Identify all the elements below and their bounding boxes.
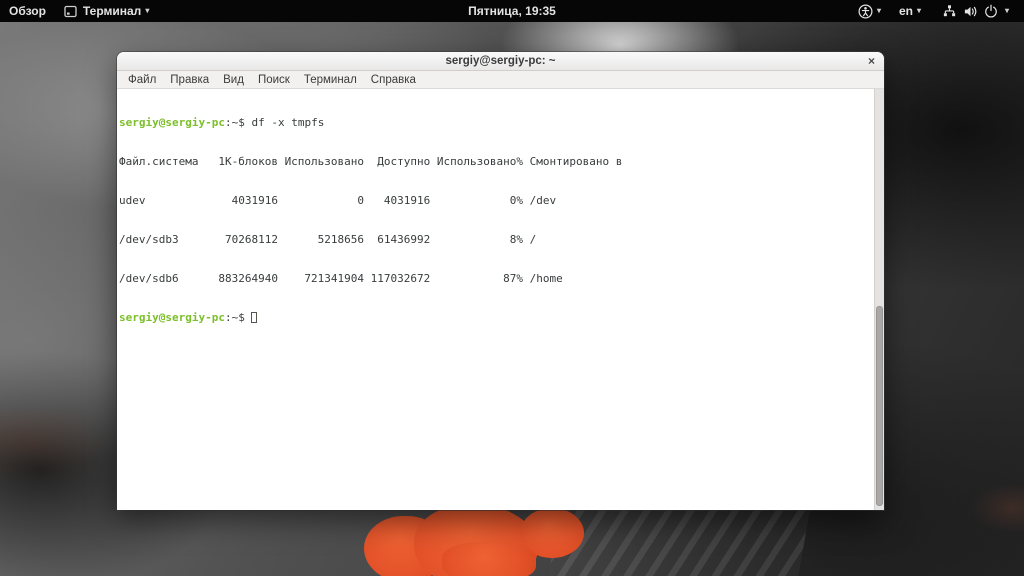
menu-help[interactable]: Справка	[364, 74, 423, 86]
wired-network-icon	[943, 4, 956, 16]
menu-terminal[interactable]: Терминал	[297, 74, 364, 86]
flower-petal	[442, 542, 536, 576]
terminal-window: sergiy@sergiy-pc: ~ × Файл Правка Вид По…	[117, 52, 884, 510]
power-icon	[985, 4, 997, 18]
chevron-down-icon: ▾	[1004, 6, 1009, 15]
terminal-app-icon	[64, 5, 77, 17]
menu-file[interactable]: Файл	[121, 74, 163, 86]
terminal-menubar: Файл Правка Вид Поиск Терминал Справка	[117, 71, 884, 89]
prompt-symbol: :~$	[224, 116, 252, 129]
desktop: Обзор Терминал ▾ Пятница, 19:35 ▾ en ▾ ▾…	[0, 0, 1024, 576]
orange-flower	[358, 500, 598, 576]
language-indicator: en	[898, 4, 913, 18]
prompt-symbol: :~$	[224, 311, 252, 324]
accessibility-icon	[858, 4, 873, 18]
df-output-header: Файл.система 1K-блоков Использовано Дост…	[119, 155, 623, 168]
menu-search[interactable]: Поиск	[251, 74, 297, 86]
df-output-row: udev 4031916 0 4031916 0% /dev	[119, 194, 557, 207]
language-menu-button[interactable]: en ▾	[890, 0, 930, 22]
chevron-down-icon: ▾	[145, 6, 150, 15]
terminal-cursor	[251, 312, 258, 323]
window-title: sergiy@sergiy-pc: ~	[445, 55, 556, 67]
app-menu-button[interactable]: Терминал ▾	[55, 0, 158, 22]
volume-icon	[964, 6, 977, 16]
terminal-scrollbar[interactable]	[874, 89, 884, 510]
prompt-user-host: sergiy@sergiy-pc	[119, 116, 225, 129]
terminal-screen[interactable]: sergiy@sergiy-pc:~$ df -x tmpfs Файл.сис…	[117, 89, 884, 510]
window-titlebar[interactable]: sergiy@sergiy-pc: ~ ×	[117, 52, 884, 71]
chevron-down-icon: ▾	[916, 6, 921, 15]
clock[interactable]: Пятница, 19:35	[459, 0, 565, 22]
menu-view[interactable]: Вид	[216, 74, 251, 86]
scrollbar-thumb[interactable]	[876, 305, 883, 507]
top-bar: Обзор Терминал ▾ Пятница, 19:35 ▾ en ▾ ▾	[0, 0, 1024, 22]
menu-edit[interactable]: Правка	[163, 74, 216, 86]
app-menu-label: Терминал	[82, 4, 142, 18]
terminal-prompt-line: sergiy@sergiy-pc:~$ df -x tmpfs	[119, 116, 872, 129]
close-button[interactable]: ×	[868, 55, 875, 67]
df-output-row: /dev/sdb6 883264940 721341904 117032672 …	[119, 272, 563, 285]
activities-button[interactable]: Обзор	[0, 0, 55, 22]
terminal-prompt-line: sergiy@sergiy-pc:~$	[119, 311, 872, 324]
system-status-menu-button[interactable]: ▾	[930, 0, 1018, 22]
df-output-row: /dev/sdb3 70268112 5218656 61436992 8% /	[119, 233, 537, 246]
prompt-user-host: sergiy@sergiy-pc	[119, 311, 225, 324]
accessibility-menu-button[interactable]: ▾	[849, 0, 890, 22]
chevron-down-icon: ▾	[876, 6, 881, 15]
command-text: df -x tmpfs	[251, 116, 325, 129]
